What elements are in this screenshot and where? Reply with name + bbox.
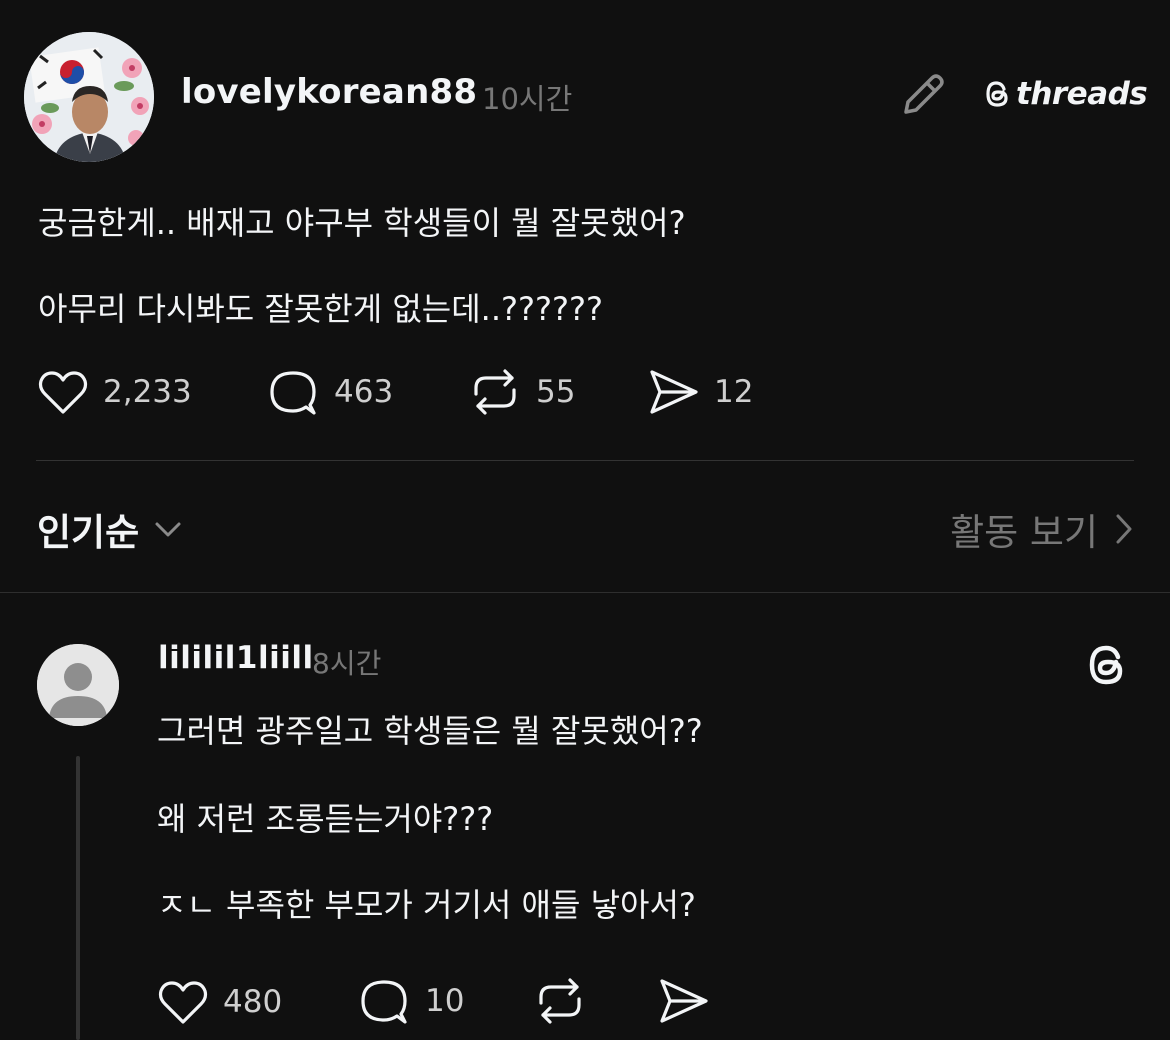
repost-button[interactable]: 55 bbox=[468, 366, 575, 418]
post-username[interactable]: lovelykorean88 bbox=[181, 72, 477, 112]
reply-author-avatar[interactable] bbox=[37, 644, 119, 726]
reply-thread-line bbox=[76, 756, 80, 1040]
reply-text-line-3: ㅈㄴ 부족한 부모가 거기서 애들 낳아서? bbox=[157, 886, 696, 924]
reply-like-count: 480 bbox=[223, 984, 283, 1020]
chevron-down-icon bbox=[155, 522, 181, 537]
threads-logo-icon[interactable] bbox=[1082, 640, 1130, 690]
post-text-line-1: 궁금한게.. 배재고 야구부 학생들이 뭘 잘못했어? bbox=[38, 204, 686, 242]
threads-wordmark: threads bbox=[1016, 76, 1148, 112]
chevron-right-icon bbox=[1116, 514, 1132, 544]
threads-logo-icon bbox=[986, 81, 1008, 107]
reply-repost-button[interactable] bbox=[533, 975, 587, 1027]
send-icon bbox=[660, 979, 708, 1023]
like-count: 2,233 bbox=[103, 374, 192, 410]
reply-timestamp: 8시간 bbox=[312, 647, 382, 680]
repost-icon bbox=[474, 369, 516, 415]
send-icon bbox=[650, 370, 698, 414]
pencil-icon[interactable] bbox=[898, 68, 950, 120]
heart-icon bbox=[38, 371, 88, 414]
sort-label: 인기순 bbox=[37, 511, 140, 554]
repost-icon bbox=[539, 978, 581, 1024]
comment-icon bbox=[270, 371, 316, 415]
view-activity-label: 활동 보기 bbox=[950, 511, 1098, 554]
comment-count: 463 bbox=[334, 374, 394, 410]
threads-logo: threads bbox=[982, 74, 1148, 114]
post-author-avatar[interactable] bbox=[24, 32, 154, 162]
share-count: 12 bbox=[714, 374, 754, 410]
comment-button[interactable]: 463 bbox=[266, 367, 393, 417]
reply-comment-button[interactable]: 10 bbox=[357, 976, 464, 1026]
share-button[interactable]: 12 bbox=[648, 366, 753, 418]
comment-icon bbox=[361, 980, 407, 1024]
view-activity-link[interactable]: 활동 보기 bbox=[950, 502, 1134, 556]
post-timestamp: 10시간 bbox=[482, 82, 573, 116]
heart-icon bbox=[158, 981, 208, 1024]
like-button[interactable]: 2,233 bbox=[37, 368, 192, 416]
reply-text-line-2: 왜 저런 조롱듣는거야??? bbox=[157, 800, 494, 838]
post-divider bbox=[36, 460, 1134, 461]
reply-username[interactable]: lililil1liill bbox=[158, 640, 314, 676]
section-divider bbox=[0, 592, 1170, 593]
sort-dropdown[interactable]: 인기순 bbox=[37, 502, 183, 556]
post-text-line-2: 아무리 다시봐도 잘못한게 없는데..?????? bbox=[38, 290, 603, 328]
repost-count: 55 bbox=[536, 374, 576, 410]
reply-comment-count: 10 bbox=[425, 983, 465, 1019]
reply-like-button[interactable]: 480 bbox=[157, 978, 282, 1026]
reply-text-line-1: 그러면 광주일고 학생들은 뭘 잘못했어?? bbox=[157, 712, 703, 750]
reply-share-button[interactable] bbox=[658, 975, 710, 1027]
